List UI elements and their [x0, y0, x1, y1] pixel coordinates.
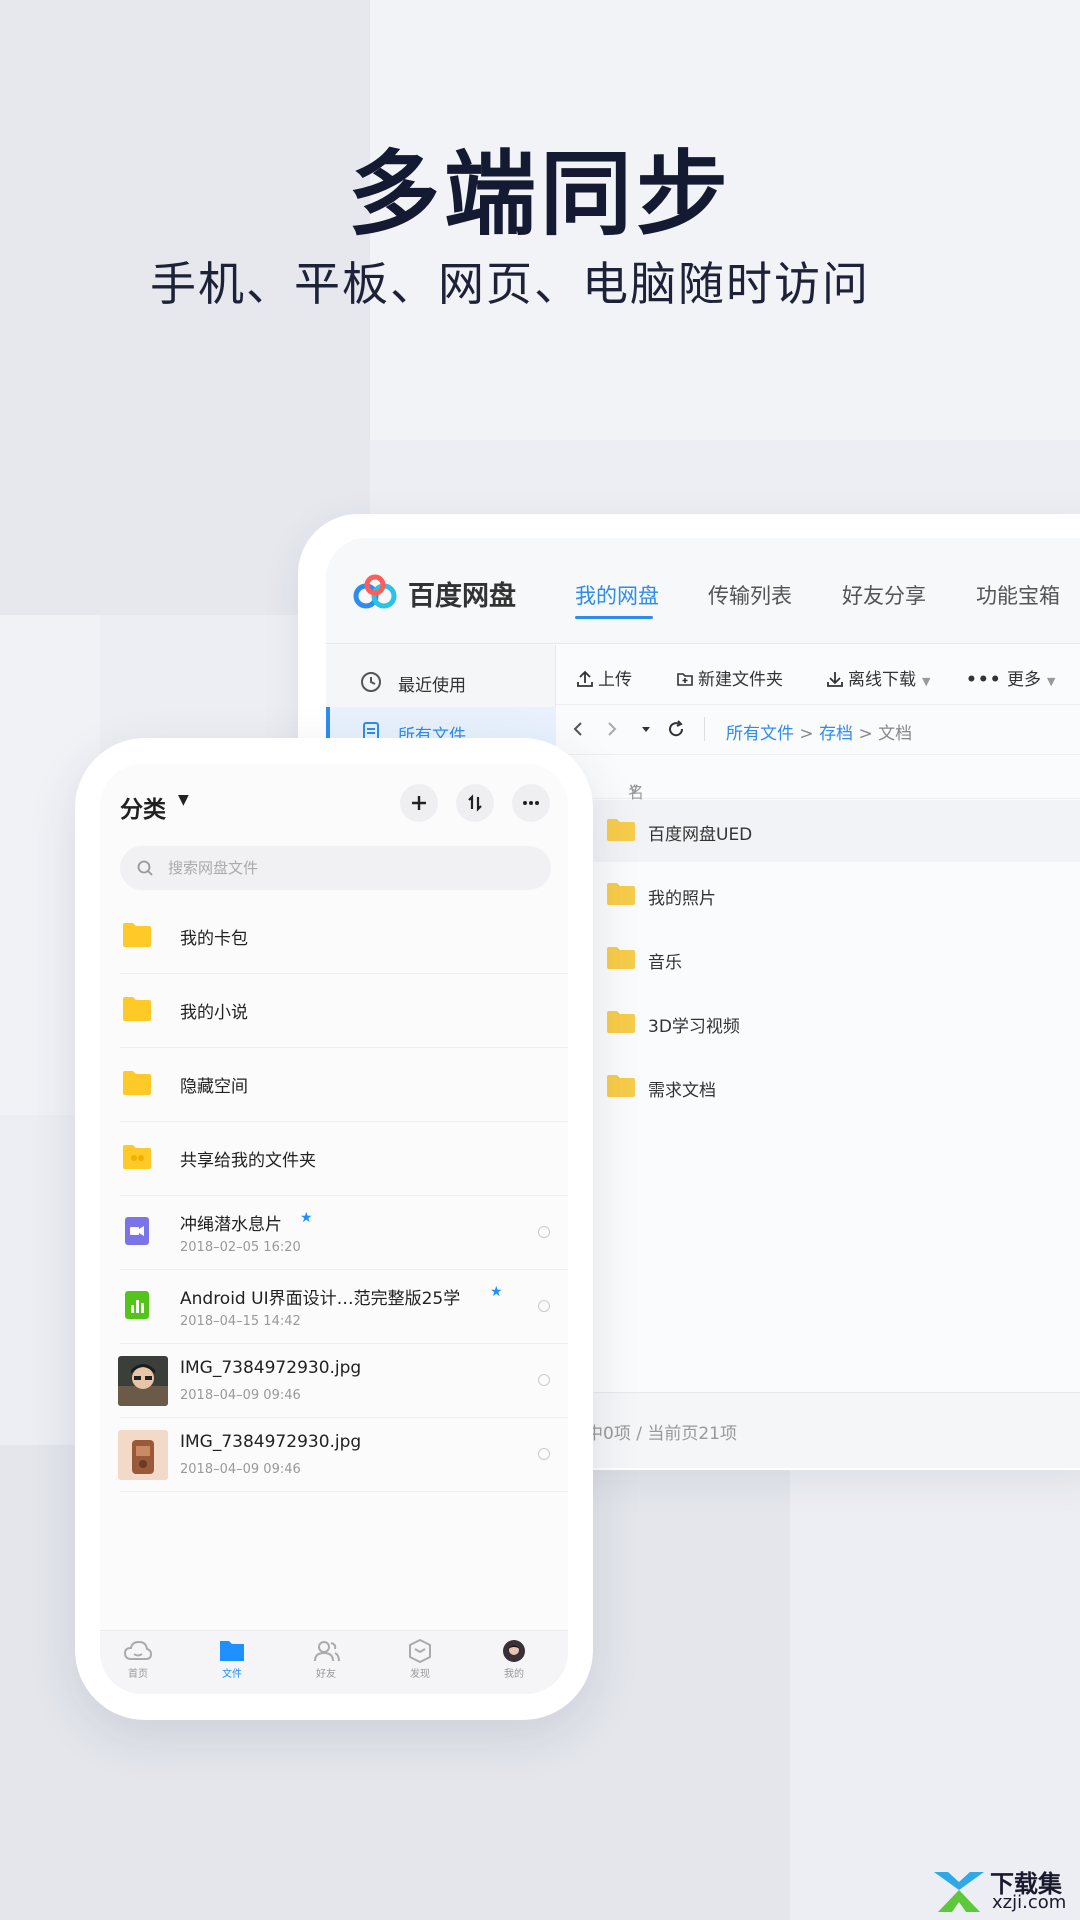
- plus-icon: [412, 796, 426, 810]
- nav-tab-toolbox[interactable]: 功能宝箱: [976, 580, 1060, 610]
- desktop-toolbar: 上传 新建文件夹 离线下载 ▼ ••• 更多 ▼: [556, 645, 1080, 705]
- search-bar[interactable]: [120, 846, 551, 890]
- nav-tab-friend-share[interactable]: 好友分享: [842, 580, 926, 610]
- app-name: 百度网盘: [408, 581, 516, 612]
- list-item[interactable]: 共享给我的文件夹: [100, 1122, 568, 1196]
- breadcrumb-current: 文档: [878, 724, 913, 744]
- offline-download-button[interactable]: 离线下载 ▼: [826, 665, 930, 690]
- list-item[interactable]: 隐藏空间: [100, 1048, 568, 1122]
- column-header-name[interactable]: 名称 ∨: [556, 755, 1080, 826]
- breadcrumb-link-archive[interactable]: 存档: [819, 724, 853, 744]
- folder-row[interactable]: 百度网盘UED: [556, 800, 1080, 862]
- add-button[interactable]: [400, 784, 438, 822]
- sort-button[interactable]: [456, 784, 494, 822]
- refresh-icon[interactable]: [666, 719, 686, 739]
- photo-thumbnail: [118, 1430, 168, 1480]
- search-input[interactable]: [168, 856, 528, 880]
- folder-icon: [123, 997, 151, 1021]
- back-arrow-icon[interactable]: [568, 719, 588, 739]
- upload-button[interactable]: 上传: [576, 665, 632, 690]
- status-footer: 中0项 / 当前页21项: [556, 1392, 1080, 1468]
- search-icon: [137, 860, 153, 876]
- list-item[interactable]: 我的小说: [100, 974, 568, 1048]
- avatar: [503, 1640, 525, 1662]
- discover-icon: [409, 1639, 431, 1663]
- more-dots-icon: •••: [966, 670, 1002, 690]
- shared-folder-icon: [123, 1145, 151, 1169]
- dropdown-caret-icon: ▼: [922, 675, 931, 688]
- star-icon: ★: [490, 1284, 503, 1300]
- sort-chevron-icon: ∨: [628, 779, 640, 798]
- new-folder-button[interactable]: 新建文件夹: [676, 665, 783, 690]
- tab-discover[interactable]: 发现: [390, 1639, 450, 1680]
- list-item[interactable]: 我的卡包: [100, 900, 568, 974]
- list-item[interactable]: 冲绳潜水息片 ★ 2018–02–05 16:20: [100, 1196, 568, 1270]
- history-dropdown-icon[interactable]: [636, 719, 656, 739]
- more-button[interactable]: [512, 784, 550, 822]
- active-tab-indicator: [575, 616, 653, 619]
- breadcrumb: 所有文件 > 存档 > 文档: [726, 724, 913, 744]
- folder-icon: [123, 923, 151, 947]
- new-folder-icon: [677, 673, 693, 686]
- forward-arrow-icon[interactable]: [602, 719, 622, 739]
- nav-tab-transfers[interactable]: 传输列表: [708, 580, 792, 610]
- list-item[interactable]: Android UI界面设计…范完整版25学 ★ 2018–04–15 14:4…: [100, 1270, 568, 1344]
- tab-me[interactable]: 我的: [484, 1639, 544, 1680]
- photo-thumbnail: [118, 1356, 168, 1406]
- more-dots-icon: [523, 801, 539, 805]
- select-radio[interactable]: [538, 1300, 550, 1312]
- hero-title: 多端同步: [347, 141, 732, 248]
- watermark-logo-icon: [934, 1872, 984, 1912]
- divider: [704, 717, 705, 741]
- list-item[interactable]: IMG_7384972930.jpg 2018–04–09 09:46: [100, 1418, 568, 1492]
- folder-row[interactable]: 3D学习视频: [556, 992, 1080, 1054]
- list-item[interactable]: IMG_7384972930.jpg 2018–04–09 09:46: [100, 1344, 568, 1418]
- folder-row[interactable]: 我的照片: [556, 864, 1080, 926]
- download-icon: [827, 672, 843, 687]
- category-title[interactable]: 分类: [120, 790, 166, 824]
- select-radio[interactable]: [538, 1448, 550, 1460]
- breadcrumb-link-root[interactable]: 所有文件: [726, 724, 794, 744]
- select-radio[interactable]: [538, 1226, 550, 1238]
- sidebar-item-label: 最近使用: [398, 676, 466, 696]
- folder-row[interactable]: 需求文档: [556, 1056, 1080, 1118]
- phone-screen: 分类 ▼ 我的卡包 我的小说 隐藏空间 共享给我的文件夹 冲绳潜水息片 ★ 2: [100, 764, 568, 1694]
- baidu-netdisk-logo-icon: [353, 574, 397, 609]
- path-bar: 所有文件 > 存档 > 文档: [556, 705, 1080, 755]
- sheet-file-icon: [125, 1291, 149, 1319]
- folder-row[interactable]: 音乐: [556, 928, 1080, 990]
- background-block: [790, 1470, 1080, 1920]
- folder-icon: [123, 1071, 151, 1095]
- category-caret-icon[interactable]: ▼: [178, 792, 189, 808]
- more-button[interactable]: ••• 更多 ▼: [966, 665, 1055, 690]
- folder-icon: [607, 1011, 635, 1033]
- tab-home[interactable]: 首页: [108, 1639, 168, 1680]
- bottom-tab-bar: 首页 文件 好友 发现 我的: [100, 1630, 568, 1694]
- friends-icon: [314, 1641, 340, 1662]
- folder-icon: [220, 1641, 244, 1661]
- clock-icon: [361, 672, 381, 692]
- tab-files[interactable]: 文件: [202, 1639, 262, 1680]
- folder-icon: [607, 947, 635, 969]
- desktop-header: 百度网盘 我的网盘 传输列表 好友分享 功能宝箱: [326, 538, 1080, 644]
- video-file-icon: [125, 1217, 149, 1245]
- select-radio[interactable]: [538, 1374, 550, 1386]
- folder-icon: [607, 819, 635, 841]
- folder-icon: [607, 1075, 635, 1097]
- dropdown-caret-icon: ▼: [1047, 675, 1056, 688]
- hero-subtitle: 手机、平板、网页、电脑随时访问: [150, 257, 870, 311]
- folder-icon: [607, 883, 635, 905]
- tab-friends[interactable]: 好友: [296, 1639, 356, 1680]
- watermark-url: xzji.com: [992, 1892, 1067, 1913]
- cloud-icon: [123, 1640, 153, 1660]
- nav-tab-my-disk[interactable]: 我的网盘: [575, 580, 659, 610]
- upload-icon: [577, 670, 593, 687]
- star-icon: ★: [300, 1210, 313, 1226]
- sidebar-item-recent[interactable]: 最近使用: [326, 657, 556, 705]
- sort-icon: [468, 794, 482, 812]
